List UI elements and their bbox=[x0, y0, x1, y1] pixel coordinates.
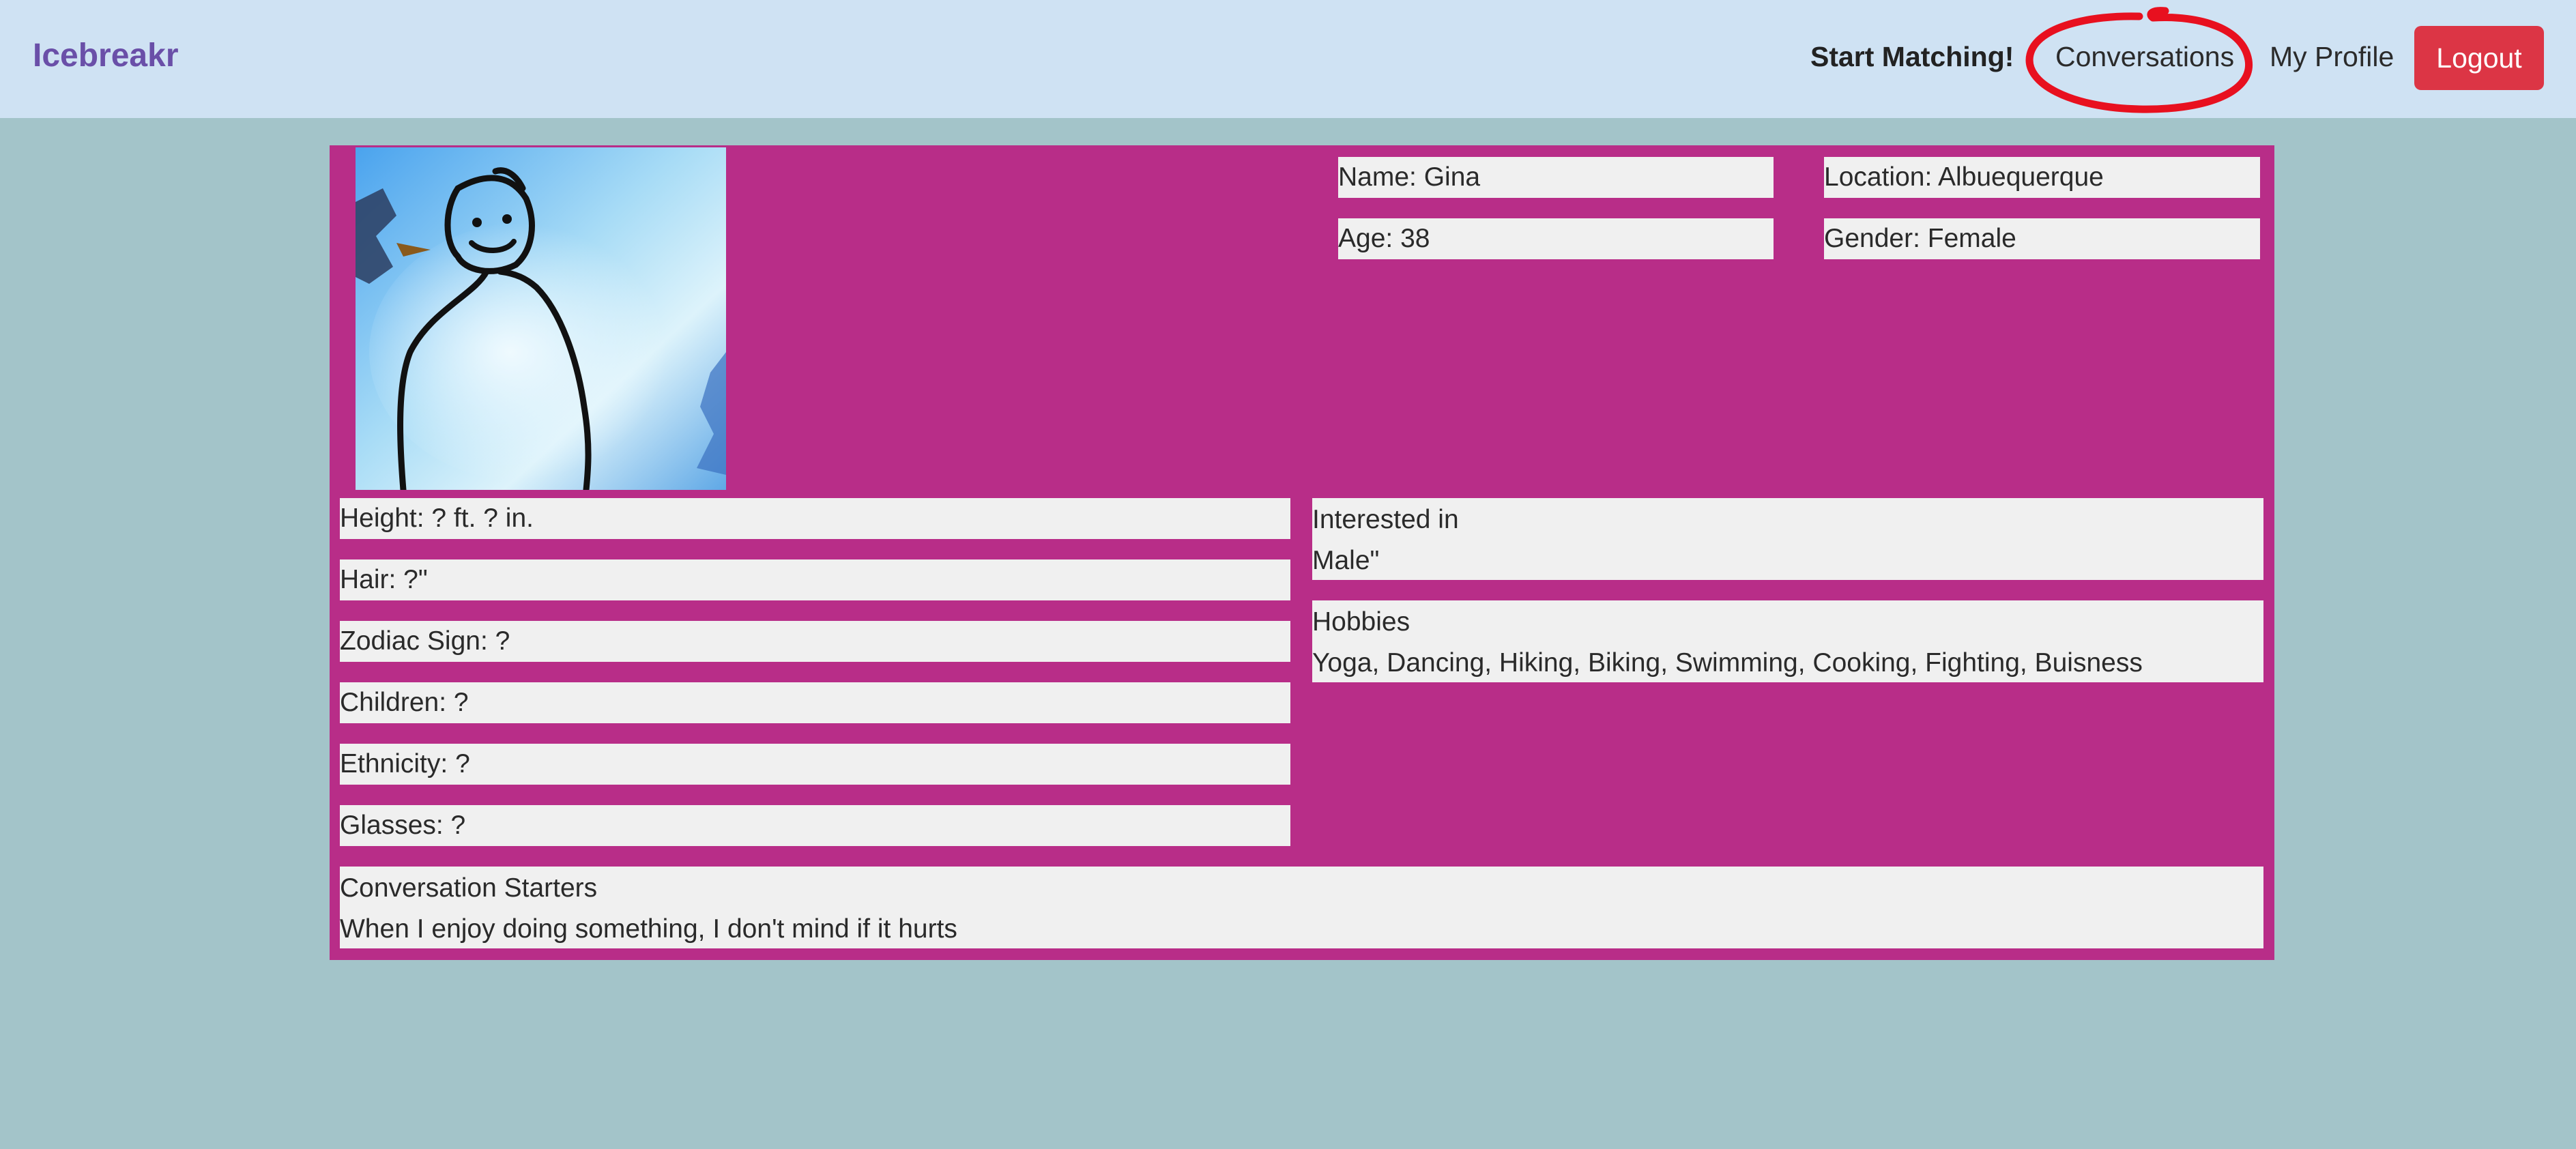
nav-conversations[interactable]: Conversations bbox=[2055, 41, 2234, 73]
location-text: Location: Albuequerque bbox=[1824, 162, 2104, 192]
conversation-starters-title: Conversation Starters bbox=[340, 873, 598, 903]
interested-in-block: Interested in Male" bbox=[1312, 498, 2263, 580]
zodiac-text: Zodiac Sign: ? bbox=[340, 626, 510, 656]
age-field: Age: 38 bbox=[1338, 218, 1774, 259]
hair-text: Hair: ?" bbox=[340, 565, 428, 594]
children-field: Children: ? bbox=[340, 682, 1290, 723]
hobbies-block: Hobbies Yoga, Dancing, Hiking, Biking, S… bbox=[1312, 600, 2263, 682]
children-text: Children: ? bbox=[340, 688, 469, 717]
name-text: Name: Gina bbox=[1338, 162, 1481, 192]
stick-figure-icon bbox=[356, 147, 726, 490]
hair-field: Hair: ?" bbox=[340, 559, 1290, 600]
nav-my-profile[interactable]: My Profile bbox=[2270, 41, 2394, 73]
interested-in-value: Male" bbox=[1312, 546, 1380, 575]
zodiac-field: Zodiac Sign: ? bbox=[340, 621, 1290, 662]
conversation-starters-block: Conversation Starters When I enjoy doing… bbox=[340, 867, 2263, 948]
ethnicity-text: Ethnicity: ? bbox=[340, 749, 470, 779]
height-text: Height: ? ft. ? in. bbox=[340, 504, 534, 533]
age-text: Age: 38 bbox=[1338, 224, 1430, 253]
name-field: Name: Gina bbox=[1338, 157, 1774, 198]
glasses-text: Glasses: ? bbox=[340, 811, 466, 840]
interested-in-title: Interested in bbox=[1312, 505, 1459, 534]
hobbies-value: Yoga, Dancing, Hiking, Biking, Swimming,… bbox=[1312, 648, 2143, 678]
brand-logo[interactable]: Icebreakr bbox=[33, 37, 179, 74]
glasses-field: Glasses: ? bbox=[340, 805, 1290, 846]
conversation-starters-value: When I enjoy doing something, I don't mi… bbox=[340, 914, 957, 944]
height-field: Height: ? ft. ? in. bbox=[340, 498, 1290, 539]
ethnicity-field: Ethnicity: ? bbox=[340, 744, 1290, 785]
location-field: Location: Albuequerque bbox=[1824, 157, 2260, 198]
logout-button[interactable]: Logout bbox=[2414, 26, 2544, 90]
profile-photo bbox=[356, 147, 726, 490]
navbar: Icebreakr Start Matching! Conversations … bbox=[0, 0, 2576, 118]
hobbies-title: Hobbies bbox=[1312, 607, 1410, 637]
nav-start-matching[interactable]: Start Matching! bbox=[1810, 41, 2014, 73]
profile-card: Name: Gina Location: Albuequerque Age: 3… bbox=[330, 145, 2274, 960]
gender-field: Gender: Female bbox=[1824, 218, 2260, 259]
gender-text: Gender: Female bbox=[1824, 224, 2016, 253]
